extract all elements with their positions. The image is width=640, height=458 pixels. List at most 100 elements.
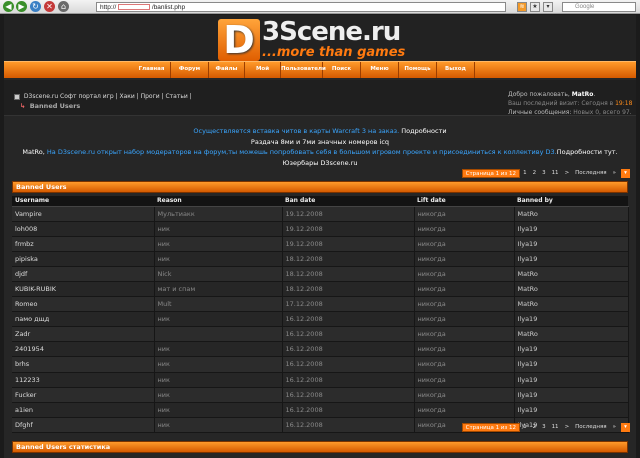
- page-link-11[interactable]: 11: [549, 423, 562, 432]
- menu-item-search[interactable]: Поиск: [323, 62, 361, 78]
- menu-item-help[interactable]: Помощь: [399, 62, 437, 78]
- page-last-link[interactable]: Последняя: [572, 169, 609, 178]
- row-banned-by[interactable]: MatRo: [514, 266, 629, 282]
- row-username[interactable]: frmbz: [12, 236, 155, 252]
- welcome-user[interactable]: MatRo: [572, 91, 594, 98]
- page-link-2[interactable]: 2: [530, 423, 540, 432]
- row-banned-by[interactable]: MatRo: [514, 296, 629, 313]
- pager-dropdown-icon[interactable]: ▾: [621, 169, 630, 178]
- row-banned-by[interactable]: MatRo: [514, 326, 629, 343]
- url-suffix: /banlist.php: [151, 4, 186, 11]
- row-banned-by[interactable]: Ilya19: [514, 402, 629, 418]
- row-username[interactable]: Fucker: [12, 387, 155, 403]
- menu-item-cabinet[interactable]: Мой кабинет: [245, 62, 281, 87]
- page-last-link[interactable]: Последняя: [572, 423, 609, 432]
- announce-userbars[interactable]: Юзербары D3scene.ru: [12, 158, 628, 169]
- logo-letter[interactable]: D: [218, 19, 260, 61]
- row-banned-by[interactable]: Ilya19: [514, 341, 629, 358]
- row-ban-date: 17.12.2008: [282, 296, 415, 313]
- page-link-1[interactable]: 1: [520, 423, 530, 432]
- row-banned-by[interactable]: Ilya19: [514, 236, 629, 252]
- reload-icon[interactable]: ↻: [30, 1, 41, 12]
- row-username[interactable]: Romeo: [12, 296, 155, 313]
- col-ban-date[interactable]: Ban date: [282, 196, 414, 207]
- row-username[interactable]: Dfghf: [12, 417, 155, 433]
- row-lift-date: никогда: [414, 281, 515, 298]
- menu-item-forum[interactable]: Форум: [171, 62, 209, 78]
- row-ban-date: 19.12.2008: [282, 221, 415, 237]
- table-row: 2401954 ник 16.12.2008 никогда Ilya19: [12, 341, 629, 358]
- row-lift-date: никогда: [414, 326, 515, 343]
- redacted-domain: [118, 4, 151, 11]
- menu-item-logout[interactable]: Выход: [437, 62, 475, 78]
- back-icon[interactable]: ◀: [3, 1, 14, 12]
- col-username[interactable]: Username: [12, 196, 154, 207]
- row-reason: ник: [154, 417, 283, 433]
- row-username[interactable]: loh008: [12, 221, 155, 237]
- arrow-icon: ↳: [20, 102, 26, 110]
- row-username[interactable]: 2401954: [12, 341, 155, 358]
- messages-value[interactable]: Новых 0, всего 97.: [573, 109, 631, 116]
- row-username[interactable]: djdf: [12, 266, 155, 282]
- row-banned-by[interactable]: Ilya19: [514, 387, 629, 403]
- stop-icon[interactable]: ✕: [44, 1, 55, 12]
- row-lift-date: никогда: [414, 372, 515, 388]
- row-username[interactable]: 112233: [12, 372, 155, 388]
- announce-moderators-link[interactable]: На D3scene.ru открыт набор модераторов н…: [47, 148, 557, 156]
- row-banned-by[interactable]: Ilya19: [514, 221, 629, 237]
- row-banned-by[interactable]: Ilya19: [514, 311, 629, 328]
- row-reason: ник: [154, 251, 283, 267]
- rss-icon[interactable]: ≋: [517, 2, 527, 12]
- pager-dropdown-icon[interactable]: ▾: [621, 423, 630, 432]
- search-input[interactable]: Google: [562, 2, 636, 12]
- row-username[interactable]: Zadr: [12, 326, 155, 343]
- page-indicator[interactable]: Страница 1 из 12: [461, 169, 521, 178]
- row-ban-date: 16.12.2008: [282, 387, 415, 403]
- breadcrumb-path[interactable]: D3scene.ru Софт портал игр | Хаки | Прог…: [24, 93, 192, 100]
- current-page-label[interactable]: Banned Users: [30, 102, 81, 110]
- row-username[interactable]: brhs: [12, 356, 155, 373]
- menu-item-menu[interactable]: Меню: [361, 62, 399, 78]
- announce-details-here-link[interactable]: Подробности тут.: [557, 148, 618, 156]
- row-lift-date: никогда: [414, 221, 515, 237]
- announce-details-link[interactable]: Подробности: [401, 127, 446, 135]
- dropdown-icon[interactable]: ▾: [543, 2, 553, 12]
- url-prefix: http://: [100, 4, 117, 11]
- page-link-3[interactable]: 3: [539, 169, 549, 178]
- page-next-link[interactable]: >: [562, 423, 573, 432]
- col-lift-date[interactable]: Lift date: [414, 196, 514, 207]
- page-link-1[interactable]: 1: [520, 169, 530, 178]
- announce-icq[interactable]: Раздача 8ми и 7ми значных номеров icq: [12, 137, 628, 148]
- row-username[interactable]: a1ien: [12, 402, 155, 418]
- row-banned-by[interactable]: MatRo: [514, 281, 629, 298]
- row-username[interactable]: pipiska: [12, 251, 155, 267]
- page-next-link[interactable]: >: [562, 169, 573, 178]
- row-reason: [154, 326, 283, 343]
- messages-label[interactable]: Личные сообщения:: [508, 109, 571, 116]
- col-banned-by[interactable]: Banned by: [514, 196, 628, 207]
- address-bar[interactable]: http:// /banlist.php: [96, 2, 506, 12]
- row-lift-date: никогда: [414, 341, 515, 358]
- announce-cheats-link[interactable]: Осуществляется вставка читов в карты War…: [193, 127, 399, 135]
- last-arrow-icon[interactable]: »: [610, 169, 619, 178]
- row-banned-by[interactable]: Ilya19: [514, 251, 629, 267]
- forward-icon[interactable]: ▶: [16, 1, 27, 12]
- col-reason[interactable]: Reason: [154, 196, 282, 207]
- logo-name[interactable]: 3Scene.ru: [262, 17, 401, 47]
- row-banned-by[interactable]: MatRo: [514, 206, 629, 222]
- row-username[interactable]: KUBIK-RUBIK: [12, 281, 155, 298]
- page-link-11[interactable]: 11: [549, 169, 562, 178]
- page-link-3[interactable]: 3: [539, 423, 549, 432]
- last-arrow-icon[interactable]: »: [610, 423, 619, 432]
- page-indicator[interactable]: Страница 1 из 12: [461, 423, 521, 432]
- menu-item-files[interactable]: Файлы: [209, 62, 245, 78]
- row-banned-by[interactable]: Ilya19: [514, 356, 629, 373]
- home-icon[interactable]: ⌂: [58, 1, 69, 12]
- menu-item-users[interactable]: Пользователи: [281, 62, 326, 78]
- menu-item-home[interactable]: Главная: [133, 62, 171, 78]
- row-banned-by[interactable]: Ilya19: [514, 372, 629, 388]
- page-link-2[interactable]: 2: [530, 169, 540, 178]
- row-username[interactable]: памо дщд: [12, 311, 155, 328]
- row-username[interactable]: Vampire: [12, 206, 155, 222]
- bookmark-star-icon[interactable]: ★: [530, 2, 540, 12]
